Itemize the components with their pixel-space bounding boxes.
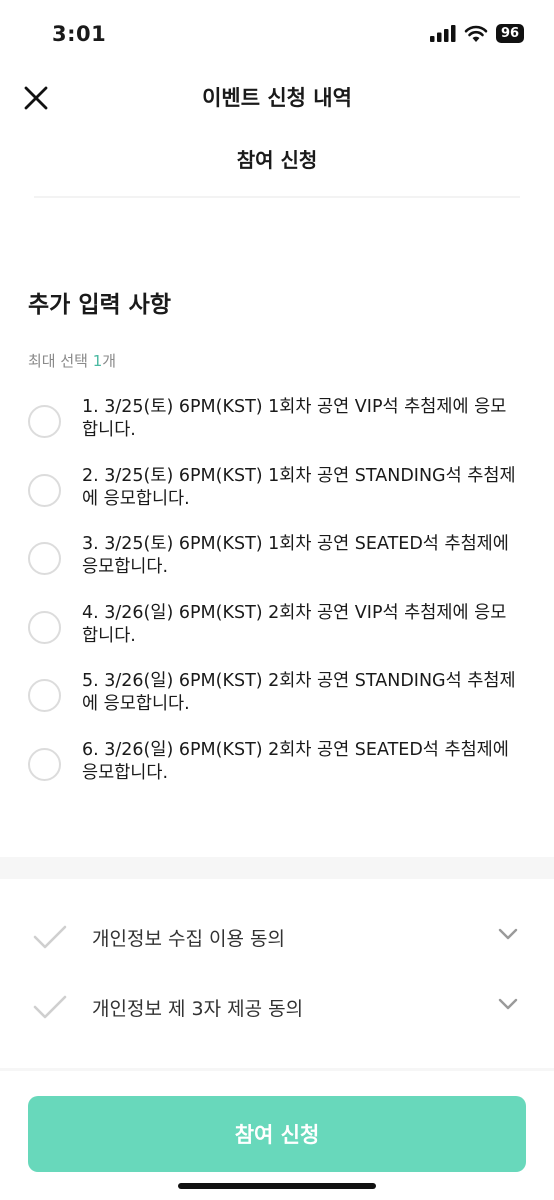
agreement-privacy-collection[interactable]: 개인정보 수집 이용 동의 <box>0 912 554 962</box>
agreement-third-party[interactable]: 개인정보 제 3자 제공 동의 <box>0 982 554 1032</box>
max-select-suffix: 개 <box>102 352 117 370</box>
divider <box>34 196 520 198</box>
option-label: 1. 3/25(토) 6PM(KST) 1회차 공연 VIP석 추첨제에 응모합… <box>82 397 507 440</box>
section-divider <box>0 857 554 879</box>
section-title: 추가 입력 사항 <box>28 292 171 318</box>
battery-indicator: 96 <box>496 24 524 43</box>
option-label: 3. 3/25(토) 6PM(KST) 1회차 공연 SEATED석 추첨제에 … <box>82 534 509 577</box>
radio-button[interactable] <box>28 405 61 438</box>
radio-button[interactable] <box>28 747 61 781</box>
header: 이벤트 신청 내역 <box>0 70 554 126</box>
agreement-label: 개인정보 제 3자 제공 동의 <box>92 998 304 1020</box>
status-icons: 96 <box>430 24 524 43</box>
radio-button[interactable] <box>28 542 61 575</box>
status-time: 3:01 <box>52 22 107 46</box>
option-label: 6. 3/26(일) 6PM(KST) 2회차 공연 SEATED석 추첨제에 … <box>82 739 509 783</box>
option-label: 2. 3/25(토) 6PM(KST) 1회차 공연 STANDING석 추첨제… <box>82 465 516 509</box>
check-icon <box>33 925 67 949</box>
cellular-signal-icon <box>430 25 456 42</box>
option-item[interactable]: 4. 3/26(일) 6PM(KST) 2회차 공연 VIP석 추첨제에 응모합… <box>28 602 528 671</box>
chevron-down-icon[interactable] <box>498 998 518 1010</box>
radio-button[interactable] <box>28 610 61 644</box>
option-item[interactable]: 3. 3/25(토) 6PM(KST) 1회차 공연 SEATED석 추첨제에 … <box>28 533 528 602</box>
page-title: 이벤트 신청 내역 <box>202 86 352 110</box>
radio-button[interactable] <box>28 679 61 712</box>
submit-button[interactable]: 참여 신청 <box>28 1096 526 1172</box>
section-subtitle: 참여 신청 <box>236 148 318 172</box>
option-label: 5. 3/26(일) 6PM(KST) 2회차 공연 STANDING석 추첨제… <box>82 671 516 714</box>
check-icon <box>33 995 67 1019</box>
option-item[interactable]: 6. 3/26(일) 6PM(KST) 2회차 공연 SEATED석 추첨제에 … <box>28 739 528 808</box>
max-select-prefix: 최대 선택 <box>28 352 93 370</box>
option-item[interactable]: 1. 3/25(토) 6PM(KST) 1회차 공연 VIP석 추첨제에 응모합… <box>28 396 528 465</box>
option-list: 1. 3/25(토) 6PM(KST) 1회차 공연 VIP석 추첨제에 응모합… <box>28 396 528 807</box>
divider <box>0 1068 554 1071</box>
option-item[interactable]: 2. 3/25(토) 6PM(KST) 1회차 공연 STANDING석 추첨제… <box>28 465 528 534</box>
status-bar: 3:01 96 <box>0 0 554 70</box>
radio-button[interactable] <box>28 473 61 507</box>
chevron-down-icon[interactable] <box>498 928 518 940</box>
max-select-hint: 최대 선택 1개 <box>28 350 116 371</box>
wifi-icon <box>464 25 488 42</box>
option-label: 4. 3/26(일) 6PM(KST) 2회차 공연 VIP석 추첨제에 응모합… <box>82 602 507 646</box>
option-item[interactable]: 5. 3/26(일) 6PM(KST) 2회차 공연 STANDING석 추첨제… <box>28 670 528 739</box>
home-indicator[interactable] <box>178 1183 376 1189</box>
agreement-label: 개인정보 수집 이용 동의 <box>92 928 285 950</box>
page: 3:01 96 이벤트 신청 내역 참여 신청 추가 입력 사항 최대 선택 1… <box>0 0 554 1200</box>
max-select-count: 1 <box>92 352 103 370</box>
